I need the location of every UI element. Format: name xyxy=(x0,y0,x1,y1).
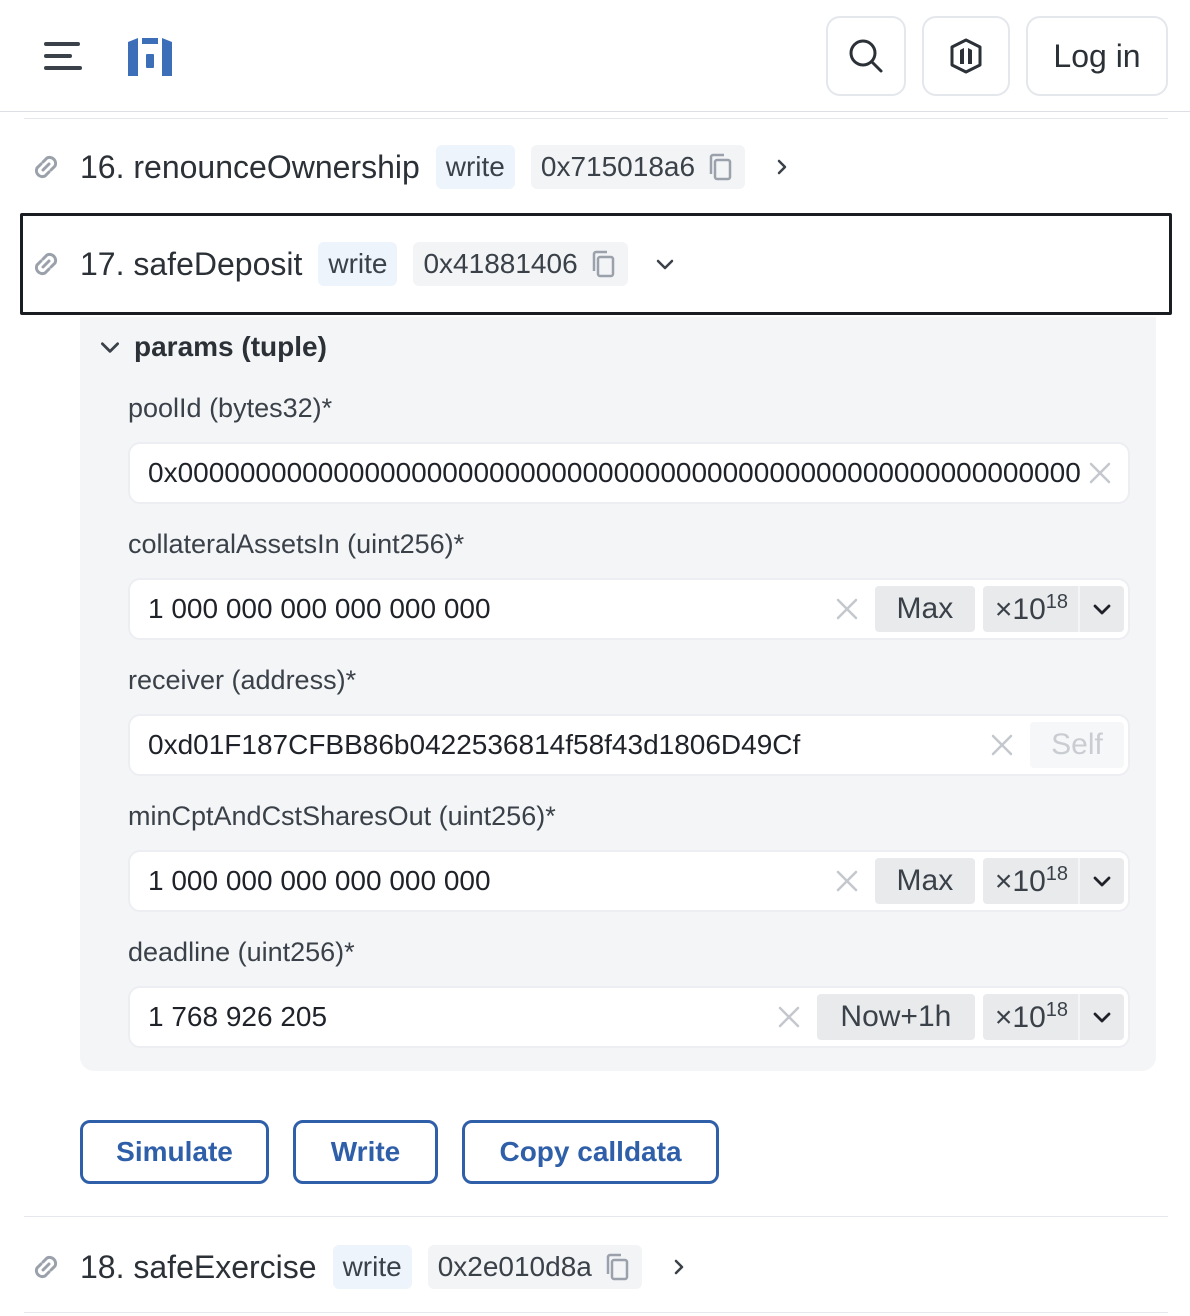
chevron-down-icon xyxy=(1078,586,1124,632)
copy-icon[interactable] xyxy=(604,1252,630,1282)
write-badge: write xyxy=(435,145,515,189)
collateral-input[interactable]: 1 000 000 000 000 000 000 xyxy=(130,593,827,625)
divider xyxy=(24,1312,1168,1313)
deadline-field: 1 768 926 205 Now+1h ×1018 xyxy=(128,986,1130,1048)
multiplier-select[interactable]: ×1018 xyxy=(982,858,1124,904)
copy-icon[interactable] xyxy=(707,152,733,182)
selector-value: 0x41881406 xyxy=(423,248,578,279)
params-title: params (tuple) xyxy=(134,331,327,362)
search-icon xyxy=(849,39,883,73)
minshares-input[interactable]: 1 000 000 000 000 000 000 xyxy=(130,865,827,897)
clear-icon[interactable] xyxy=(827,861,867,901)
login-button[interactable]: Log in xyxy=(1026,16,1168,96)
link-icon[interactable] xyxy=(26,244,66,284)
chevron-down-icon xyxy=(101,342,119,353)
search-button[interactable] xyxy=(826,16,906,96)
selector-value: 0x2e010d8a xyxy=(437,1251,592,1282)
clear-icon[interactable] xyxy=(982,725,1022,765)
method-name: 16. renounceOwnership xyxy=(80,148,420,185)
selector-chip: 0x41881406 xyxy=(413,242,628,286)
receiver-field: 0xd01F187CFBB86b0422536814f58f43d1806D49… xyxy=(128,714,1130,776)
link-icon[interactable] xyxy=(26,1247,66,1287)
chevron-down-icon xyxy=(1078,994,1124,1040)
now-plus-1h-button[interactable]: Now+1h xyxy=(816,994,975,1040)
max-button[interactable]: Max xyxy=(874,586,975,632)
clear-icon[interactable] xyxy=(769,997,809,1037)
divider xyxy=(24,118,1168,119)
logo[interactable] xyxy=(124,30,176,82)
multiplier-base: ×10 xyxy=(994,593,1046,626)
multiplier-base: ×10 xyxy=(994,1001,1046,1034)
profile-button[interactable] xyxy=(922,16,1010,96)
write-badge: write xyxy=(318,242,398,286)
divider xyxy=(24,1216,1168,1217)
multiplier-select[interactable]: ×1018 xyxy=(982,994,1124,1040)
selector-chip: 0x2e010d8a xyxy=(427,1245,642,1289)
top-header: Log in xyxy=(0,0,1190,112)
clear-icon[interactable] xyxy=(827,589,867,629)
poolid-input[interactable]: 0x00000000000000000000000000000000000000… xyxy=(130,457,1080,489)
clear-icon[interactable] xyxy=(1080,453,1120,493)
field-label-poolid: poolId (bytes32)* xyxy=(128,393,333,423)
receiver-input[interactable]: 0xd01F187CFBB86b0422536814f58f43d1806D49… xyxy=(130,729,982,761)
method-name: 17. safeDeposit xyxy=(80,245,303,282)
collateral-field: 1 000 000 000 000 000 000 Max ×1018 xyxy=(128,578,1130,640)
field-label-receiver: receiver (address)* xyxy=(128,665,357,695)
selector-value: 0x715018a6 xyxy=(540,151,696,182)
field-label-deadline: deadline (uint256)* xyxy=(128,937,355,967)
shield-icon xyxy=(950,38,982,74)
multiplier-select[interactable]: ×1018 xyxy=(982,586,1124,632)
poolid-field: 0x00000000000000000000000000000000000000… xyxy=(128,442,1130,504)
write-badge: write xyxy=(332,1245,412,1289)
link-icon[interactable] xyxy=(26,147,66,187)
selector-chip: 0x715018a6 xyxy=(530,145,746,189)
multiplier-exponent: 18 xyxy=(1045,591,1068,613)
max-button[interactable]: Max xyxy=(874,858,975,904)
method-row-18[interactable]: 18. safeExercise write 0x2e010d8a xyxy=(20,1240,1172,1294)
self-button[interactable]: Self xyxy=(1030,722,1124,768)
field-label-collateral: collateralAssetsIn (uint256)* xyxy=(128,529,465,559)
multiplier-exponent: 18 xyxy=(1045,999,1068,1021)
write-button[interactable]: Write xyxy=(293,1120,438,1184)
chevron-right-icon[interactable] xyxy=(767,152,797,182)
minshares-field: 1 000 000 000 000 000 000 Max ×1018 xyxy=(128,850,1130,912)
multiplier-base: ×10 xyxy=(994,865,1046,898)
menu-icon[interactable] xyxy=(44,42,84,72)
method-name: 18. safeExercise xyxy=(80,1248,317,1285)
multiplier-exponent: 18 xyxy=(1045,863,1068,885)
chevron-right-icon[interactable] xyxy=(664,1252,694,1282)
method-row-17[interactable]: 17. safeDeposit write 0x41881406 xyxy=(20,213,1172,315)
params-panel: params (tuple) poolId (bytes32)* 0x00000… xyxy=(80,317,1156,1071)
copy-icon[interactable] xyxy=(590,249,616,279)
params-toggle[interactable]: params (tuple) xyxy=(98,327,327,367)
field-label-minshares: minCptAndCstSharesOut (uint256)* xyxy=(128,801,556,831)
copy-calldata-button[interactable]: Copy calldata xyxy=(462,1120,719,1184)
chevron-down-icon xyxy=(1078,858,1124,904)
chevron-down-icon[interactable] xyxy=(650,249,680,279)
deadline-input[interactable]: 1 768 926 205 xyxy=(130,1001,769,1033)
method-row-16[interactable]: 16. renounceOwnership write 0x715018a6 xyxy=(20,140,1172,194)
simulate-button[interactable]: Simulate xyxy=(80,1120,269,1184)
